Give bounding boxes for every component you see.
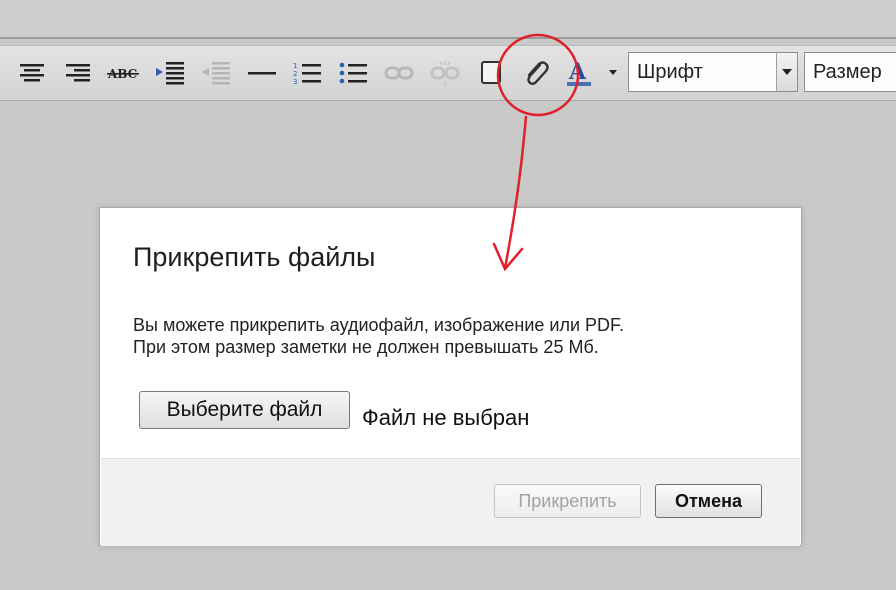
dialog-description: Вы можете прикрепить аудиофайл, изображе… bbox=[133, 314, 624, 358]
editor-toolbar: ABC 1 2 3 A Шрифт Размер bbox=[0, 45, 896, 101]
outdent-icon[interactable] bbox=[199, 58, 233, 88]
indent-icon[interactable] bbox=[153, 58, 187, 88]
bulleted-list-icon[interactable] bbox=[336, 58, 370, 88]
window-divider bbox=[0, 37, 896, 39]
dialog-description-line: При этом размер заметки не должен превыш… bbox=[133, 337, 599, 357]
chevron-down-icon bbox=[776, 53, 797, 91]
dialog-description-line: Вы можете прикрепить аудиофайл, изображе… bbox=[133, 315, 625, 335]
choose-file-button[interactable]: Выберите файл bbox=[139, 391, 350, 429]
numbered-list-icon[interactable]: 1 2 3 bbox=[290, 58, 324, 88]
svg-text:3: 3 bbox=[293, 78, 297, 86]
link-icon[interactable] bbox=[382, 58, 416, 88]
unlink-icon[interactable] bbox=[428, 58, 462, 88]
cancel-button[interactable]: Отмена bbox=[655, 484, 762, 518]
window-top-area bbox=[0, 0, 896, 38]
strikethrough-abc-icon[interactable]: ABC bbox=[106, 58, 140, 88]
attachment-icon[interactable] bbox=[519, 58, 553, 88]
checkbox-icon[interactable] bbox=[474, 58, 508, 88]
font-family-select[interactable]: Шрифт bbox=[628, 52, 798, 92]
font-color-icon[interactable]: A bbox=[564, 58, 624, 88]
chevron-down-icon bbox=[609, 70, 617, 75]
attach-button[interactable]: Прикрепить bbox=[494, 484, 641, 518]
svg-text:1: 1 bbox=[293, 62, 297, 70]
file-status-text: Файл не выбран bbox=[362, 405, 530, 430]
svg-text:2: 2 bbox=[293, 70, 297, 78]
size-select-value: Размер bbox=[813, 61, 882, 83]
attach-files-dialog: Прикрепить файлы Вы можете прикрепить ау… bbox=[99, 207, 802, 546]
align-center-icon[interactable] bbox=[15, 58, 49, 88]
dialog-title: Прикрепить файлы bbox=[133, 242, 376, 272]
horizontal-rule-icon[interactable] bbox=[245, 58, 279, 88]
svg-text:A: A bbox=[568, 59, 587, 85]
align-right-icon[interactable] bbox=[61, 58, 95, 88]
font-select-value: Шрифт bbox=[637, 61, 703, 83]
font-size-select[interactable]: Размер bbox=[804, 52, 896, 92]
